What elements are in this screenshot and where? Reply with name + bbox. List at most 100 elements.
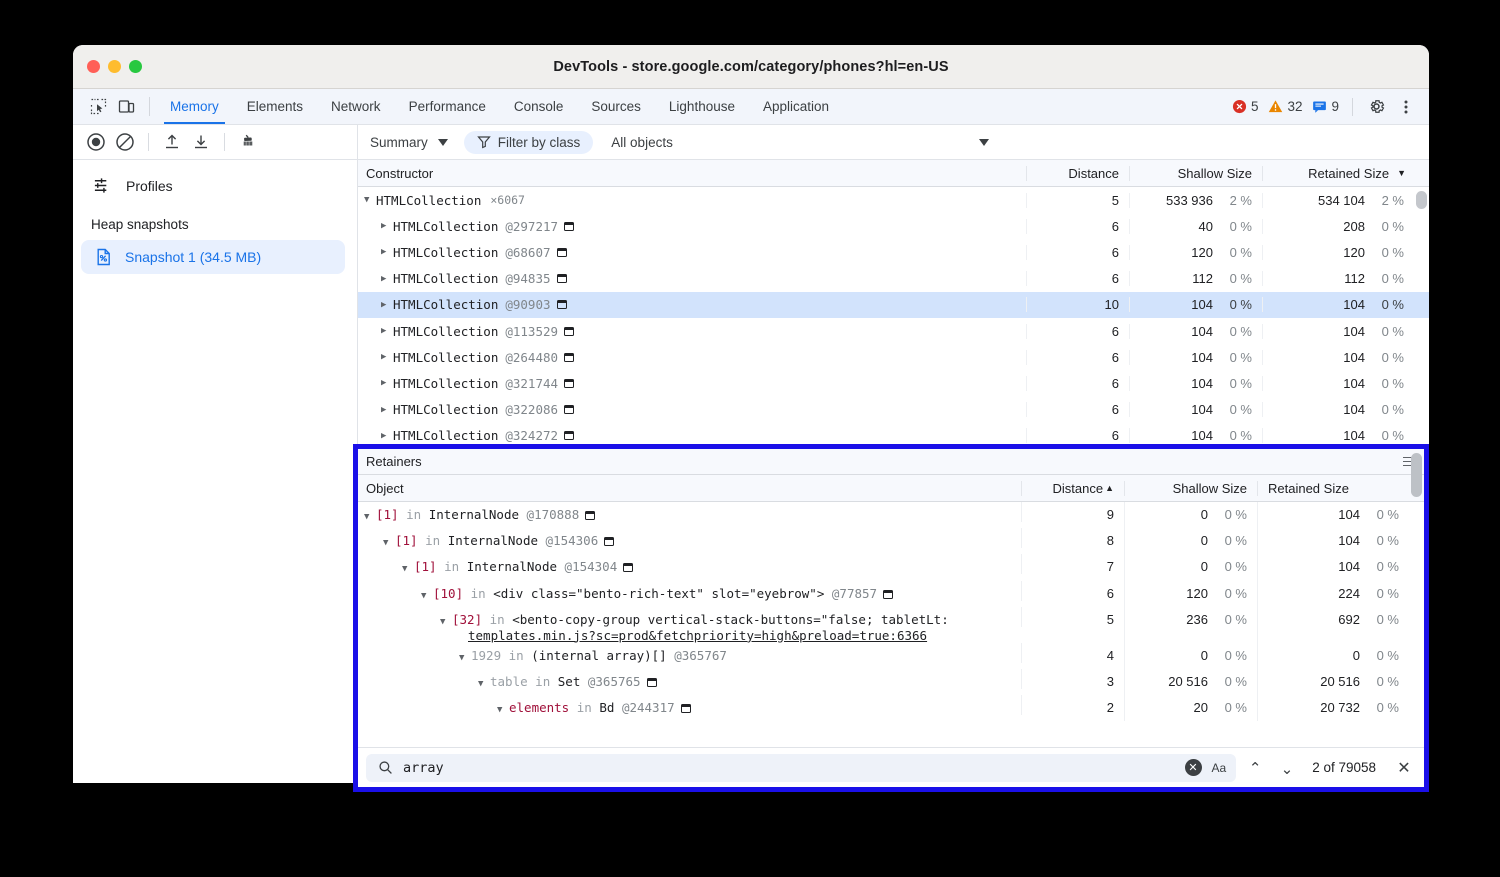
chevron-up-icon[interactable]: ⌃ [1242, 759, 1268, 777]
retained-size-cell: 1200 % [1262, 245, 1414, 260]
column-header-ret-shallow-size[interactable]: Shallow Size [1124, 481, 1257, 496]
search-icon [378, 760, 393, 775]
sidebar-item-snapshot-1-label: Snapshot 1 (34.5 MB) [125, 249, 261, 265]
kebab-menu-icon[interactable] [1393, 94, 1419, 120]
expander-triangle-icon[interactable]: ▼ [459, 653, 471, 663]
expander-triangle-icon[interactable]: ▼ [497, 705, 509, 715]
retained-size-value: 104 [1343, 402, 1365, 417]
clear-icon[interactable] [112, 129, 138, 155]
inspect-element-icon[interactable] [85, 94, 111, 120]
table-row[interactable]: ▶HTMLCollection@90903101040 %1040 % [358, 292, 1429, 318]
tab-network-label: Network [331, 99, 381, 114]
sidebar-item-profiles[interactable]: Profiles [73, 168, 357, 203]
expander-triangle-icon[interactable]: ▶ [381, 431, 393, 441]
expander-triangle-icon[interactable]: ▼ [421, 591, 433, 601]
tab-performance[interactable]: Performance [395, 89, 500, 124]
objects-select-chevron-down-icon[interactable] [979, 139, 989, 146]
table-row[interactable]: ▶HTMLCollection@11352961040 %1040 % [358, 318, 1429, 344]
sidebar-item-snapshot-1[interactable]: Snapshot 1 (34.5 MB) [81, 240, 345, 274]
expander-triangle-icon[interactable]: ▼ [364, 195, 376, 205]
toolbar-separator-1 [148, 133, 149, 151]
column-header-constructor[interactable]: Constructor [358, 166, 1026, 181]
table-row[interactable]: ▼[10] in <div class="bento-rich-text" sl… [358, 581, 1424, 607]
table-row[interactable]: ▼elements in Bd @2443172200 %20 7320 % [358, 695, 1424, 721]
tab-elements[interactable]: Elements [233, 89, 317, 124]
column-header-distance[interactable]: Distance [1026, 166, 1129, 181]
column-header-ret-distance[interactable]: Distance ▲ [1021, 481, 1124, 496]
expander-triangle-icon[interactable]: ▶ [381, 274, 393, 284]
search-field[interactable]: array ✕ Aa [366, 754, 1236, 782]
expander-triangle-icon[interactable]: ▼ [440, 617, 452, 627]
tab-sources[interactable]: Sources [577, 89, 655, 124]
table-row[interactable]: ▼HTMLCollection×60675533 9362 %534 1042 … [358, 187, 1429, 213]
tab-application[interactable]: Application [749, 89, 843, 124]
tab-network[interactable]: Network [317, 89, 395, 124]
table-row[interactable]: ▼1929 in (internal array)[] @365767400 %… [358, 643, 1424, 669]
table-row[interactable]: ▶HTMLCollection@32208661040 %1040 % [358, 397, 1429, 423]
retained-size-value: 104 [1343, 324, 1365, 339]
record-icon[interactable] [83, 129, 109, 155]
tab-console[interactable]: Console [500, 89, 578, 124]
retainers-scrollbar[interactable] [1411, 453, 1422, 497]
table-row[interactable]: ▶HTMLCollection@32174461040 %1040 % [358, 370, 1429, 396]
expander-triangle-icon[interactable]: ▼ [478, 679, 490, 689]
collect-garbage-icon[interactable] [235, 129, 261, 155]
retained-size-percent: 0 % [1369, 586, 1399, 601]
expander-triangle-icon[interactable]: ▶ [381, 352, 393, 362]
minimize-window-button[interactable] [108, 60, 121, 73]
source-location-link[interactable]: templates.min.js?sc=prod&fetchpriority=h… [468, 628, 1021, 643]
maximize-window-button[interactable] [129, 60, 142, 73]
error-badge[interactable]: 5 [1229, 99, 1262, 114]
search-input[interactable]: array [403, 760, 1175, 776]
column-header-shallow-size[interactable]: Shallow Size [1129, 166, 1262, 181]
table-row[interactable]: ▶HTMLCollection@26448061040 %1040 % [358, 344, 1429, 370]
clear-circle-icon[interactable]: ✕ [1185, 759, 1202, 776]
objects-select-label[interactable]: All objects [611, 135, 673, 150]
expander-triangle-icon[interactable]: ▶ [381, 221, 393, 231]
table-row[interactable]: ▼[1] in InternalNode @154304700 %1040 % [358, 554, 1424, 580]
tabstrip-left-icons [73, 89, 145, 124]
column-header-object[interactable]: Object [358, 481, 1021, 496]
sidebar-section-heap-snapshots: Heap snapshots [73, 203, 357, 238]
in-keyword: in [471, 586, 486, 601]
constructor-grid-scrollbar[interactable] [1416, 191, 1427, 209]
match-case-toggle[interactable]: Aa [1212, 761, 1229, 775]
info-badge[interactable]: 9 [1309, 99, 1342, 114]
table-row[interactable]: ▶HTMLCollection@2972176400 %2080 % [358, 213, 1429, 239]
filter-by-class-button[interactable]: Filter by class [464, 131, 594, 154]
save-profile-icon[interactable] [188, 129, 214, 155]
gear-icon[interactable] [1363, 94, 1389, 120]
expander-triangle-icon[interactable]: ▼ [402, 564, 414, 574]
tab-lighthouse[interactable]: Lighthouse [655, 89, 749, 124]
tab-memory[interactable]: Memory [156, 89, 233, 124]
column-header-ret-retained-size[interactable]: Retained Size [1257, 481, 1409, 496]
table-row[interactable]: ▶HTMLCollection@6860761200 %1200 % [358, 239, 1429, 265]
shallow-size-percent: 0 % [1217, 507, 1247, 522]
expander-triangle-icon[interactable]: ▼ [383, 538, 395, 548]
dom-node-icon [564, 379, 574, 388]
expander-triangle-icon[interactable]: ▶ [381, 405, 393, 415]
expander-triangle-icon[interactable]: ▶ [381, 378, 393, 388]
table-row[interactable]: ▼[32] in <bento-copy-group vertical-stac… [358, 607, 1424, 643]
table-row[interactable]: ▶HTMLCollection@9483561120 %1120 % [358, 266, 1429, 292]
warning-badge[interactable]: 32 [1265, 99, 1305, 114]
view-select-label[interactable]: Summary [370, 135, 428, 150]
table-row[interactable]: ▼[1] in InternalNode @170888900 %1040 % [358, 502, 1424, 528]
chevron-down-icon[interactable]: ⌃ [1274, 759, 1300, 777]
device-toolbar-icon[interactable] [113, 94, 139, 120]
expander-triangle-icon[interactable]: ▶ [381, 300, 393, 310]
table-row[interactable]: ▼table in Set @365765320 5160 %20 5160 % [358, 669, 1424, 695]
expander-triangle-icon[interactable]: ▶ [381, 247, 393, 257]
close-icon[interactable]: ✕ [1392, 758, 1416, 778]
table-row[interactable]: ▼[1] in InternalNode @154306800 %1040 % [358, 528, 1424, 554]
tab-lighthouse-label: Lighthouse [669, 99, 735, 114]
load-profile-icon[interactable] [159, 129, 185, 155]
view-select-chevron-down-icon[interactable] [438, 139, 448, 146]
close-window-button[interactable] [87, 60, 100, 73]
in-keyword: in [444, 559, 459, 574]
dom-node-icon [557, 248, 567, 257]
expander-triangle-icon[interactable]: ▼ [364, 512, 376, 522]
column-header-retained-size[interactable]: Retained Size ▼ [1262, 166, 1414, 181]
expander-triangle-icon[interactable]: ▶ [381, 326, 393, 336]
retained-size-value: 224 [1338, 586, 1360, 601]
